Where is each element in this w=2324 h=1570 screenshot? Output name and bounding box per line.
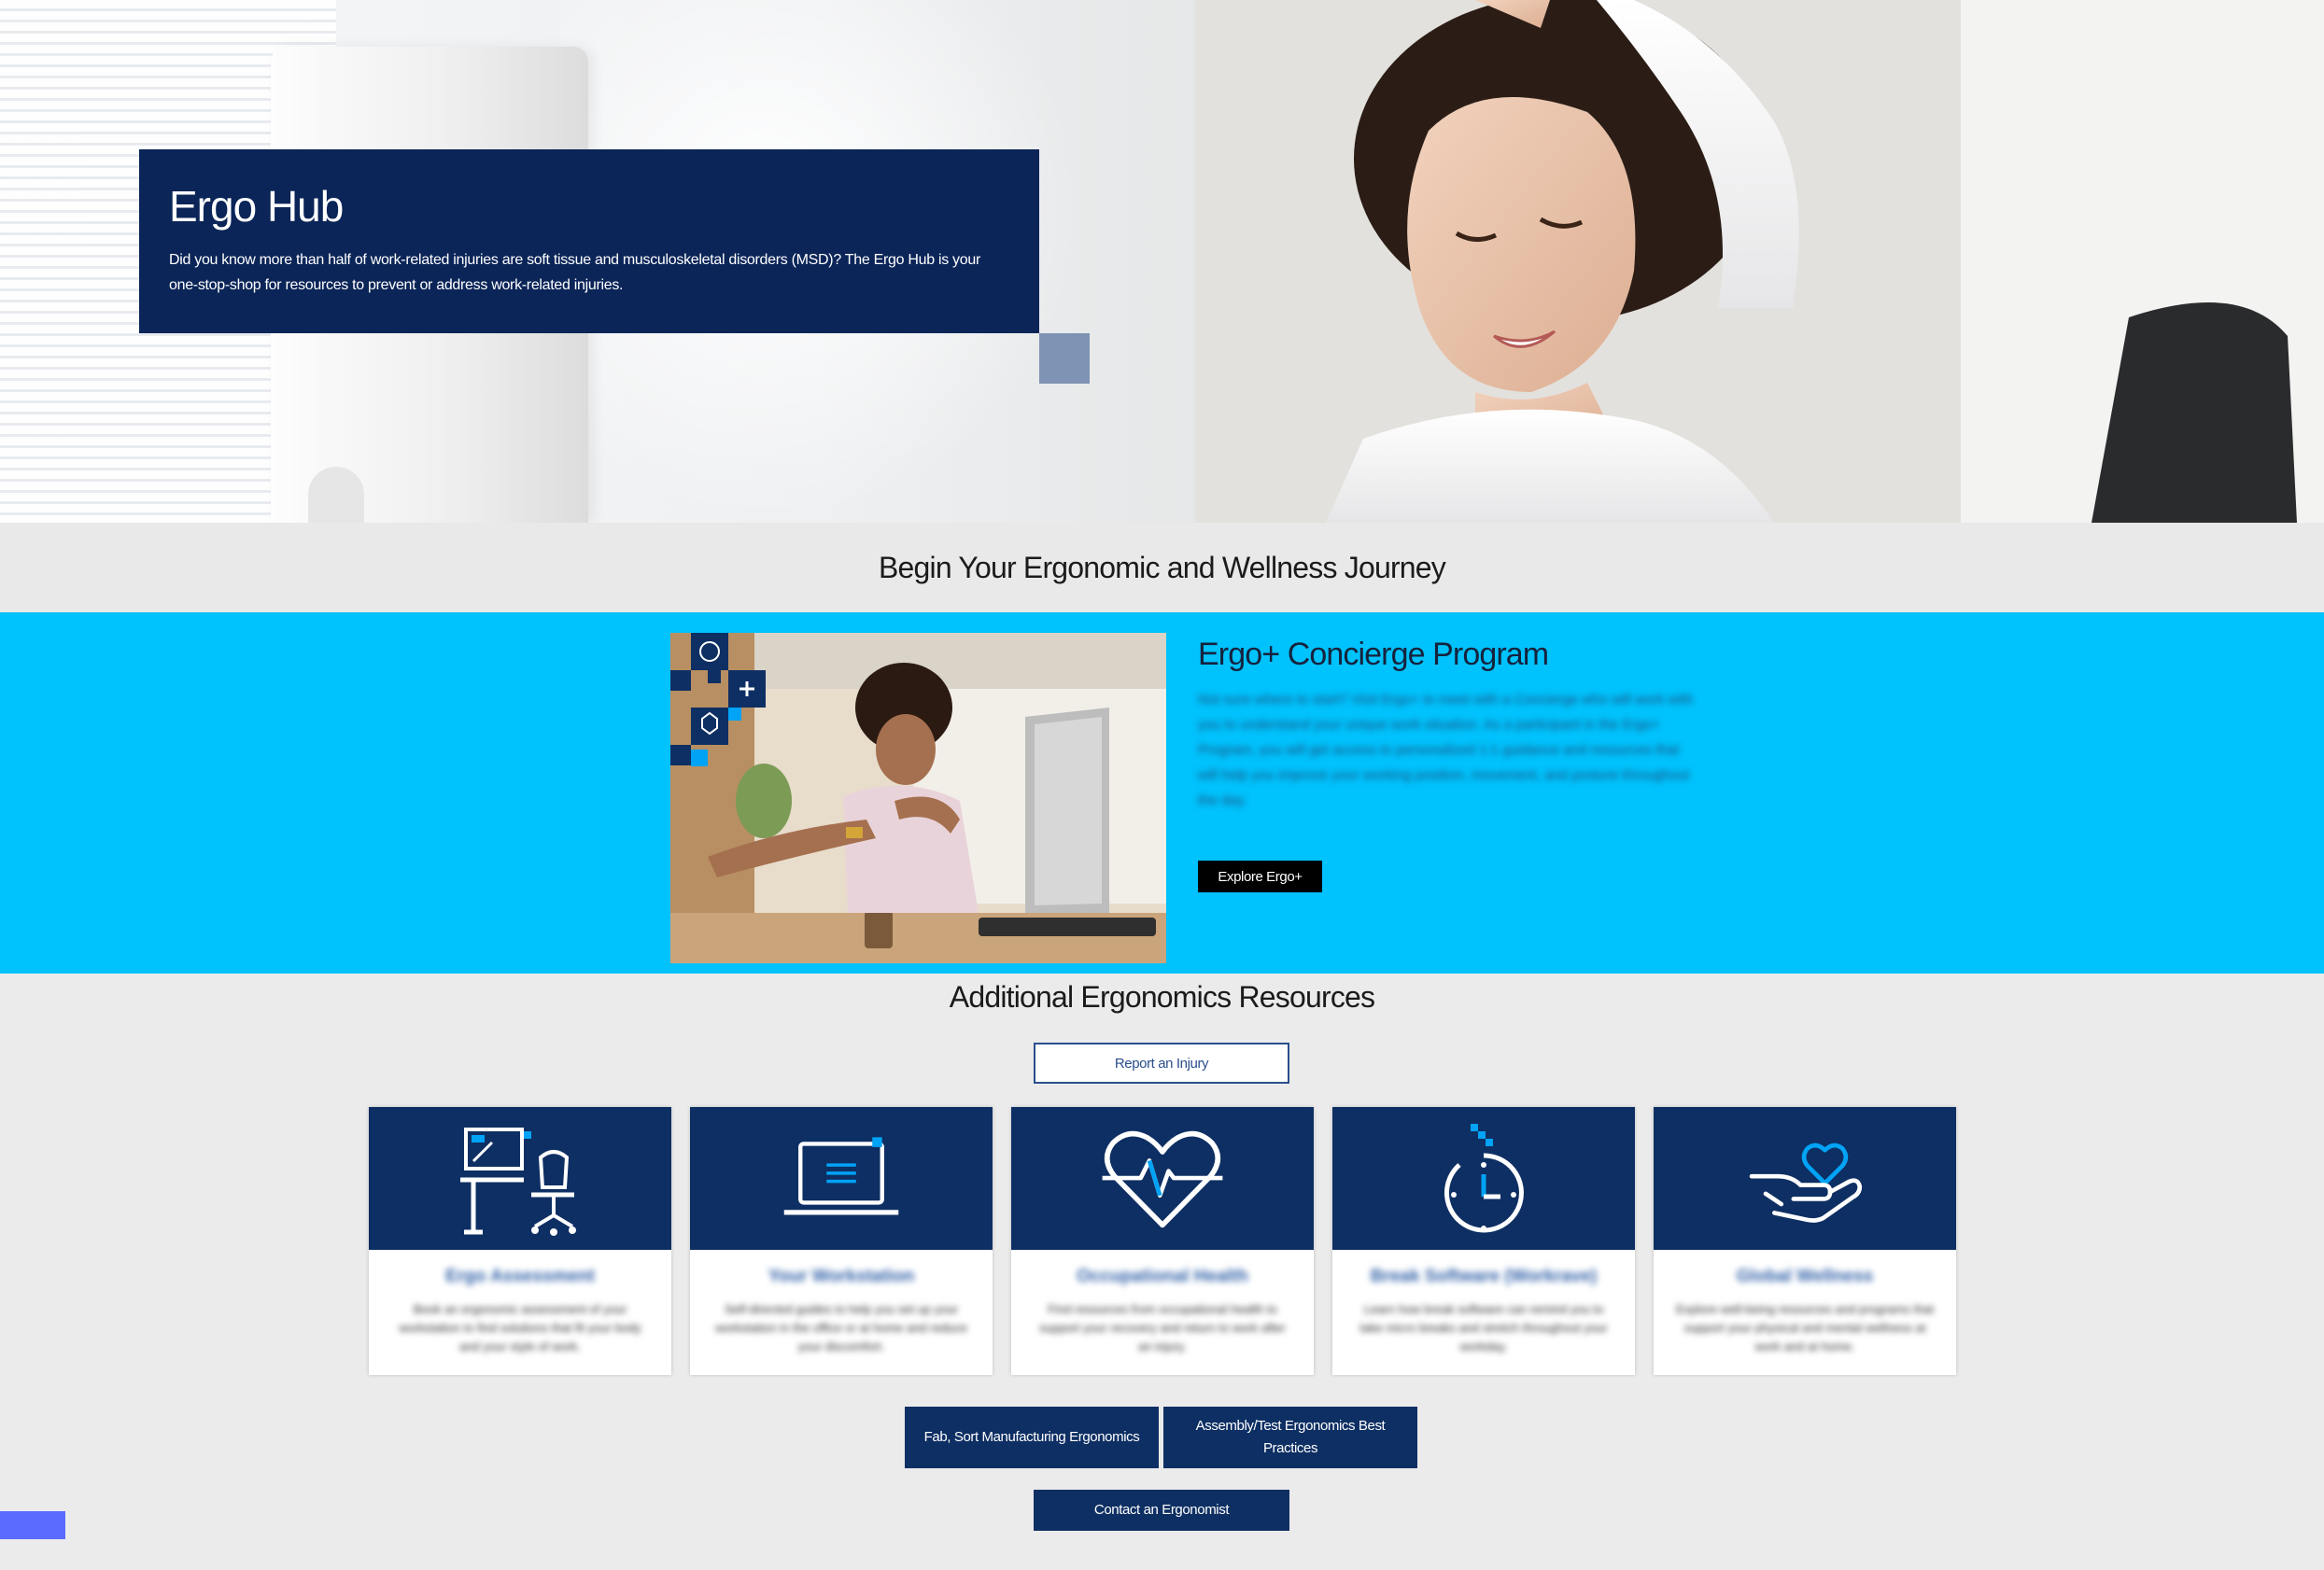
resources-heading-wrap: Additional Ergonomics Resources (0, 980, 2324, 1015)
concierge-description: Not sure where to start? Visit Ergo+ to … (1198, 692, 1694, 808)
concierge-program-section: Ergo+ Concierge Program Not sure where t… (0, 612, 2324, 974)
card-icon-panel (1011, 1107, 1314, 1250)
concierge-title: Ergo+ Concierge Program (1198, 637, 1549, 672)
report-injury-button[interactable]: Report an Injury (1034, 1043, 1289, 1084)
assembly-test-ergonomics-button[interactable]: Assembly/Test Ergonomics Best Practices (1163, 1407, 1417, 1468)
hand-heart-icon (1749, 1142, 1863, 1223)
hero-monitor-stand (308, 467, 364, 523)
stopwatch-icon (1444, 1123, 1524, 1232)
heartbeat-icon (1102, 1130, 1223, 1227)
card-title: Ergo Assessment (445, 1267, 595, 1286)
explore-ergo-button[interactable]: Explore Ergo+ (1198, 861, 1322, 892)
card-description: Learn how break software can remind you … (1359, 1302, 1608, 1353)
workstation-icon (460, 1127, 576, 1236)
hero-banner: Ergo Hub Did you know more than half of … (0, 0, 2324, 523)
journey-heading-section: Begin Your Ergonomic and Wellness Journe… (0, 523, 2324, 612)
journey-heading: Begin Your Ergonomic and Wellness Journe… (879, 550, 1446, 584)
resource-card-ergo-assessment[interactable]: Ergo Assessment Book an ergonomic assess… (369, 1107, 671, 1375)
card-title: Global Wellness (1736, 1267, 1874, 1286)
card-description: Book an ergonomic assessment of your wor… (399, 1302, 641, 1353)
resource-card-your-workstation[interactable]: Your Workstation Self-directed guides to… (690, 1107, 993, 1375)
contact-ergonomist-button[interactable]: Contact an Ergonomist (1034, 1490, 1289, 1531)
card-icon-panel (1332, 1107, 1635, 1250)
card-description: Explore well-being resources and program… (1675, 1302, 1935, 1353)
card-title: Occupational Health (1077, 1267, 1248, 1286)
hero-intro-card: Ergo Hub Did you know more than half of … (139, 149, 1039, 333)
fab-sort-ergonomics-button[interactable]: Fab, Sort Manufacturing Ergonomics (905, 1407, 1159, 1468)
hero-accent-square (1039, 333, 1090, 384)
card-icon-panel (1654, 1107, 1956, 1250)
resources-heading: Additional Ergonomics Resources (949, 980, 1375, 1014)
hero-woman-stretching-image (1195, 0, 2324, 523)
feedback-tab[interactable] (0, 1511, 65, 1539)
laptop-icon (783, 1136, 899, 1214)
page-title: Ergo Hub (169, 182, 344, 231)
resource-cards: Ergo Assessment Book an ergonomic assess… (369, 1107, 1956, 1375)
card-icon-panel (690, 1107, 993, 1250)
card-description: Self-directed guides to help you set up … (714, 1302, 968, 1353)
card-description: Find resources from occupational health … (1039, 1302, 1286, 1353)
card-title: Your Workstation (768, 1267, 915, 1286)
card-icon-panel (369, 1107, 671, 1250)
resource-card-break-software[interactable]: Break Software (Workrave) Learn how brea… (1332, 1107, 1635, 1375)
hero-description: Did you know more than half of work-rela… (169, 251, 980, 293)
card-title: Break Software (Workrave) (1370, 1267, 1598, 1286)
concierge-woman-stretching-image (670, 633, 1166, 963)
resource-card-occupational-health[interactable]: Occupational Health Find resources from … (1011, 1107, 1314, 1375)
resource-card-global-wellness[interactable]: Global Wellness Explore well-being resou… (1654, 1107, 1956, 1375)
